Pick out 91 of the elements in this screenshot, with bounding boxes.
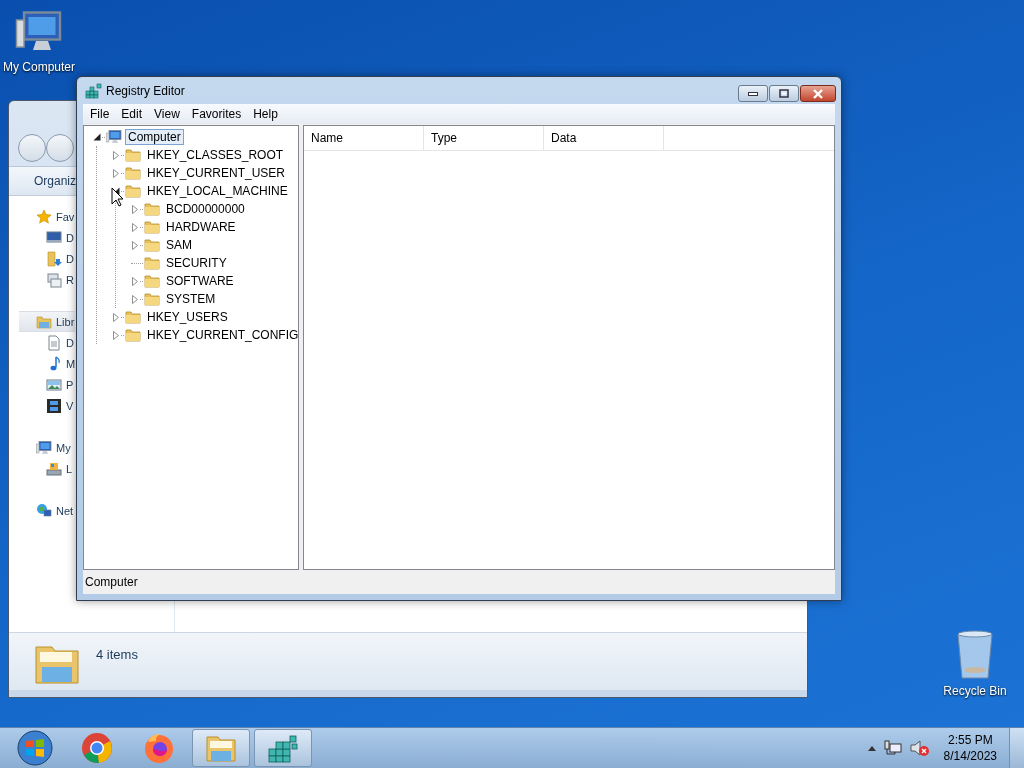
network-icon	[36, 502, 52, 519]
sidebar-item[interactable]: P	[46, 374, 74, 395]
tree-item[interactable]: HKEY_CURRENT_CONFIG	[144, 327, 302, 343]
expanded-arrow-icon[interactable]	[93, 133, 101, 141]
sidebar-item[interactable]: R	[46, 269, 74, 290]
folder-icon	[125, 183, 141, 199]
status-text: Computer	[85, 575, 138, 589]
film-icon	[46, 397, 62, 414]
sidebar-item[interactable]: M	[46, 353, 76, 374]
computer-icon	[36, 439, 52, 456]
recent-places-icon	[46, 271, 62, 288]
menu-item[interactable]: View	[149, 107, 185, 121]
collapsed-arrow-icon[interactable]	[132, 294, 138, 304]
mouse-cursor-icon	[111, 187, 123, 207]
close-icon	[812, 88, 824, 99]
recycle-bin-icon	[955, 630, 995, 680]
maximize-button[interactable]	[769, 85, 799, 102]
tree-item[interactable]: SOFTWARE	[163, 273, 237, 289]
tree-item[interactable]: HKEY_CLASSES_ROOT	[144, 147, 287, 163]
menu-item[interactable]: Edit	[116, 107, 148, 121]
browser-icon	[143, 732, 175, 764]
window-title: Registry Editor	[106, 83, 185, 98]
desktop-icon	[46, 229, 62, 246]
sidebar-item[interactable]: D	[46, 248, 74, 269]
collapsed-arrow-icon[interactable]	[132, 222, 138, 232]
cubes-icon	[266, 733, 300, 763]
star-icon	[36, 208, 52, 225]
tree-item[interactable]: SECURITY	[163, 255, 230, 271]
collapsed-arrow-icon[interactable]	[113, 312, 119, 322]
toolbar-item[interactable]: Organiz	[34, 174, 77, 188]
close-button[interactable]	[800, 85, 836, 102]
sidebar-item[interactable]: Libr	[19, 311, 76, 332]
sidebar-item[interactable]: D	[46, 227, 74, 248]
sidebar-item[interactable]: My	[36, 437, 71, 458]
folder-icon	[144, 201, 160, 217]
downloads-icon	[46, 250, 62, 267]
folder-icon	[144, 219, 160, 235]
document-icon	[46, 334, 62, 351]
network-icon[interactable]	[883, 740, 902, 756]
tree-item[interactable]: Computer	[125, 129, 184, 145]
maximize-icon	[779, 89, 789, 98]
computer-icon	[106, 129, 122, 145]
collapsed-arrow-icon[interactable]	[132, 240, 138, 250]
tree-item[interactable]: HARDWARE	[163, 219, 239, 235]
tree-item[interactable]: HKEY_LOCAL_MACHINE	[144, 183, 291, 199]
folder-icon	[125, 327, 141, 343]
menu-item[interactable]: File	[85, 107, 115, 121]
up-arrow-icon[interactable]	[867, 745, 876, 751]
show-desktop-button[interactable]	[1009, 728, 1024, 768]
desktop-icon-label[interactable]: My Computer	[3, 60, 75, 74]
library-icon	[36, 313, 52, 330]
tree-item[interactable]: HKEY_USERS	[144, 309, 231, 325]
sidebar-item[interactable]: L	[46, 458, 73, 479]
sidebar-item[interactable]: D	[46, 332, 74, 353]
tree-item[interactable]: SYSTEM	[163, 291, 219, 307]
sidebar-item[interactable]: V	[46, 395, 74, 416]
minimize-icon	[748, 91, 758, 96]
taskbar-button[interactable]	[192, 729, 250, 767]
tree-item[interactable]: BCD00000000	[163, 201, 248, 217]
minimize-button[interactable]	[738, 85, 768, 102]
cubes-icon	[85, 82, 102, 99]
item-count: 4 items	[96, 646, 138, 662]
sidebar-item[interactable]: Fav	[36, 206, 75, 227]
collapsed-arrow-icon[interactable]	[113, 168, 119, 178]
clock[interactable]: 2:55 PM 8/14/2023	[943, 732, 997, 764]
folder-icon	[144, 255, 160, 271]
folder-icon	[144, 291, 160, 307]
pictures-icon	[46, 376, 62, 393]
menu-item[interactable]: Favorites	[186, 107, 247, 121]
folder-icon	[144, 273, 160, 289]
folder-icon	[205, 733, 237, 763]
folder-icon	[125, 309, 141, 325]
sidebar-item[interactable]: Net	[36, 500, 74, 521]
drive-icon	[46, 460, 62, 477]
folder-icon	[144, 237, 160, 253]
collapsed-arrow-icon[interactable]	[132, 204, 138, 214]
folder-icon	[125, 147, 141, 163]
start-orb-icon	[17, 730, 53, 766]
folder-icon	[125, 165, 141, 181]
tree-item[interactable]: HKEY_CURRENT_USER	[144, 165, 289, 181]
taskbar-button[interactable]	[254, 729, 312, 767]
desktop-icon-label[interactable]: Recycle Bin	[943, 684, 1007, 698]
collapsed-arrow-icon[interactable]	[113, 150, 119, 160]
tree-item[interactable]: SAM	[163, 237, 195, 253]
collapsed-arrow-icon[interactable]	[132, 276, 138, 286]
muted-speaker-icon[interactable]	[909, 739, 930, 757]
back-button[interactable]	[18, 134, 46, 162]
collapsed-arrow-icon[interactable]	[113, 330, 119, 340]
menu-item[interactable]: Help	[248, 107, 283, 121]
browser-icon	[81, 732, 113, 764]
forward-button[interactable]	[46, 134, 74, 162]
